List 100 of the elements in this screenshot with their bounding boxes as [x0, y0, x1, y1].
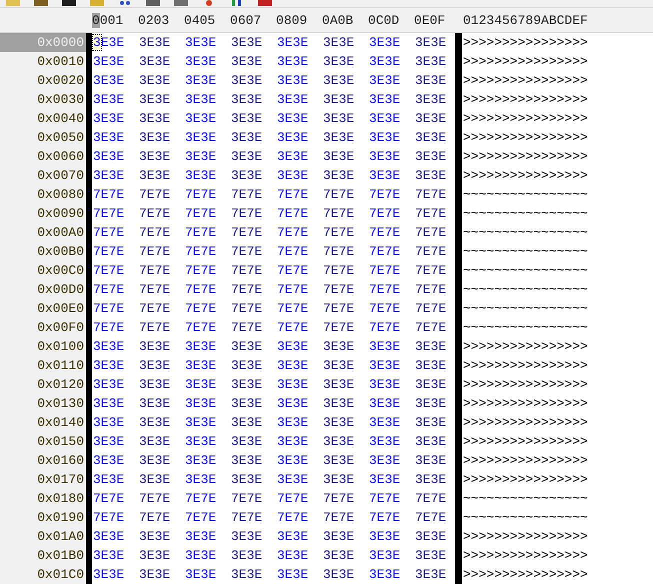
- hex-cell[interactable]: 3E3E: [139, 529, 170, 544]
- hex-cell[interactable]: 3E3E: [231, 377, 262, 392]
- hex-cell[interactable]: 7E7E: [139, 491, 170, 506]
- row-address[interactable]: 0x0040: [0, 109, 86, 128]
- hex-cell[interactable]: 3E3E: [93, 358, 124, 373]
- row-address[interactable]: 0x0070: [0, 166, 86, 185]
- hex-cell[interactable]: 3E3E: [93, 548, 124, 563]
- hex-cell[interactable]: 3E3E: [277, 73, 308, 88]
- hex-cell[interactable]: 7E7E: [415, 244, 446, 259]
- row-address[interactable]: 0x0180: [0, 489, 86, 508]
- hex-cell[interactable]: 3E3E: [139, 111, 170, 126]
- hex-cell[interactable]: 3E3E: [93, 567, 124, 582]
- hex-cell[interactable]: 7E7E: [323, 320, 354, 335]
- row-address[interactable]: 0x00A0: [0, 223, 86, 242]
- hex-cell[interactable]: 7E7E: [93, 225, 124, 240]
- hex-cell[interactable]: 7E7E: [139, 510, 170, 525]
- row-address[interactable]: 0x00C0: [0, 261, 86, 280]
- hex-cell[interactable]: 3E3E: [277, 396, 308, 411]
- hex-cell[interactable]: 7E7E: [185, 206, 216, 221]
- hex-cell[interactable]: 3E3E: [323, 358, 354, 373]
- hex-cell[interactable]: 3E3E: [415, 396, 446, 411]
- hex-cell[interactable]: 7E7E: [185, 282, 216, 297]
- hex-cell[interactable]: 3E3E: [369, 168, 400, 183]
- hex-cell[interactable]: 3E3E: [323, 434, 354, 449]
- hex-cell[interactable]: 3E3E: [369, 92, 400, 107]
- row-address[interactable]: 0x0080: [0, 185, 86, 204]
- hex-cell[interactable]: 3E3E: [185, 529, 216, 544]
- hex-cell[interactable]: 7E7E: [93, 320, 124, 335]
- hex-cell[interactable]: 7E7E: [93, 301, 124, 316]
- hex-cell[interactable]: 3E3E: [139, 149, 170, 164]
- hex-cell[interactable]: 7E7E: [277, 187, 308, 202]
- hex-cell[interactable]: 3E3E: [277, 567, 308, 582]
- hex-cell[interactable]: 3E3E: [231, 548, 262, 563]
- row-address[interactable]: 0x0090: [0, 204, 86, 223]
- hex-cell[interactable]: 3E3E: [231, 567, 262, 582]
- hex-cell[interactable]: 7E7E: [93, 263, 124, 278]
- hex-cell[interactable]: 3E3E: [415, 529, 446, 544]
- hex-cell[interactable]: 3E3E: [277, 130, 308, 145]
- hex-cell[interactable]: 3E3E: [139, 567, 170, 582]
- hex-cell[interactable]: 3E3E: [139, 434, 170, 449]
- hex-cell[interactable]: 3E3E: [139, 548, 170, 563]
- hex-cell[interactable]: 7E7E: [185, 263, 216, 278]
- hex-cell[interactable]: 7E7E: [231, 301, 262, 316]
- row-address[interactable]: 0x01B0: [0, 546, 86, 565]
- hex-cell[interactable]: 7E7E: [231, 206, 262, 221]
- hex-cell[interactable]: 3E3E: [185, 149, 216, 164]
- hex-cell[interactable]: 7E7E: [369, 187, 400, 202]
- hex-cell[interactable]: 3E3E: [415, 377, 446, 392]
- hex-cell[interactable]: 3E3E: [185, 92, 216, 107]
- hex-cell[interactable]: 3E3E: [369, 339, 400, 354]
- hex-cell[interactable]: 3E3E: [323, 415, 354, 430]
- hex-cell[interactable]: 7E7E: [369, 263, 400, 278]
- hex-cell[interactable]: 3E3E: [323, 73, 354, 88]
- hex-cell[interactable]: 7E7E: [323, 244, 354, 259]
- hex-cell[interactable]: 7E7E: [231, 225, 262, 240]
- row-address[interactable]: 0x00D0: [0, 280, 86, 299]
- hex-cell[interactable]: 7E7E: [185, 225, 216, 240]
- hex-cell[interactable]: 3E3E: [231, 35, 262, 50]
- hex-cell[interactable]: 7E7E: [139, 225, 170, 240]
- row-address[interactable]: 0x0010: [0, 52, 86, 71]
- hex-cell[interactable]: 7E7E: [185, 510, 216, 525]
- hex-cell[interactable]: 7E7E: [277, 491, 308, 506]
- hex-cell[interactable]: 3E3E: [415, 35, 446, 50]
- row-address[interactable]: 0x0140: [0, 413, 86, 432]
- hex-cell[interactable]: 3E3E: [415, 434, 446, 449]
- hex-cell[interactable]: 3E3E: [93, 168, 124, 183]
- row-address[interactable]: 0x0020: [0, 71, 86, 90]
- hex-cell[interactable]: 3E3E: [277, 358, 308, 373]
- hex-cell[interactable]: 3E3E: [277, 35, 308, 50]
- hex-cell[interactable]: 3E3E: [231, 358, 262, 373]
- hex-cell[interactable]: 3E3E: [369, 548, 400, 563]
- hex-cell[interactable]: 7E7E: [139, 244, 170, 259]
- hex-cell[interactable]: 7E7E: [139, 320, 170, 335]
- row-address[interactable]: 0x00F0: [0, 318, 86, 337]
- row-address[interactable]: 0x01A0: [0, 527, 86, 546]
- hex-cell[interactable]: 3E3E: [323, 567, 354, 582]
- hex-cell[interactable]: 3E3E: [369, 358, 400, 373]
- hex-cell[interactable]: 7E7E: [415, 225, 446, 240]
- hex-cell[interactable]: 3E3E: [231, 54, 262, 69]
- hex-cell[interactable]: 3E3E: [231, 453, 262, 468]
- hex-cell[interactable]: 3E3E: [369, 396, 400, 411]
- hex-cell[interactable]: 3E3E: [415, 548, 446, 563]
- hex-cell[interactable]: 3E3E: [93, 149, 124, 164]
- hex-cell[interactable]: 3E3E: [415, 149, 446, 164]
- hex-cell[interactable]: 7E7E: [277, 320, 308, 335]
- hex-cell[interactable]: 3E3E: [185, 472, 216, 487]
- row-address[interactable]: 0x01C0: [0, 565, 86, 584]
- hex-cell[interactable]: 7E7E: [139, 206, 170, 221]
- hex-cell[interactable]: 3E3E: [139, 73, 170, 88]
- hex-cell[interactable]: 3E3E: [93, 130, 124, 145]
- hex-cell[interactable]: 3E3E: [369, 54, 400, 69]
- hex-cell[interactable]: 7E7E: [139, 263, 170, 278]
- hex-cell[interactable]: 3E3E: [277, 92, 308, 107]
- hex-cell[interactable]: 3E3E: [185, 415, 216, 430]
- hex-cell[interactable]: 3E3E: [415, 358, 446, 373]
- row-address[interactable]: 0x0170: [0, 470, 86, 489]
- hex-cell[interactable]: 3E3E: [277, 472, 308, 487]
- hex-cell[interactable]: 7E7E: [369, 206, 400, 221]
- hex-cell[interactable]: 3E3E: [93, 434, 124, 449]
- hex-cell[interactable]: 7E7E: [323, 301, 354, 316]
